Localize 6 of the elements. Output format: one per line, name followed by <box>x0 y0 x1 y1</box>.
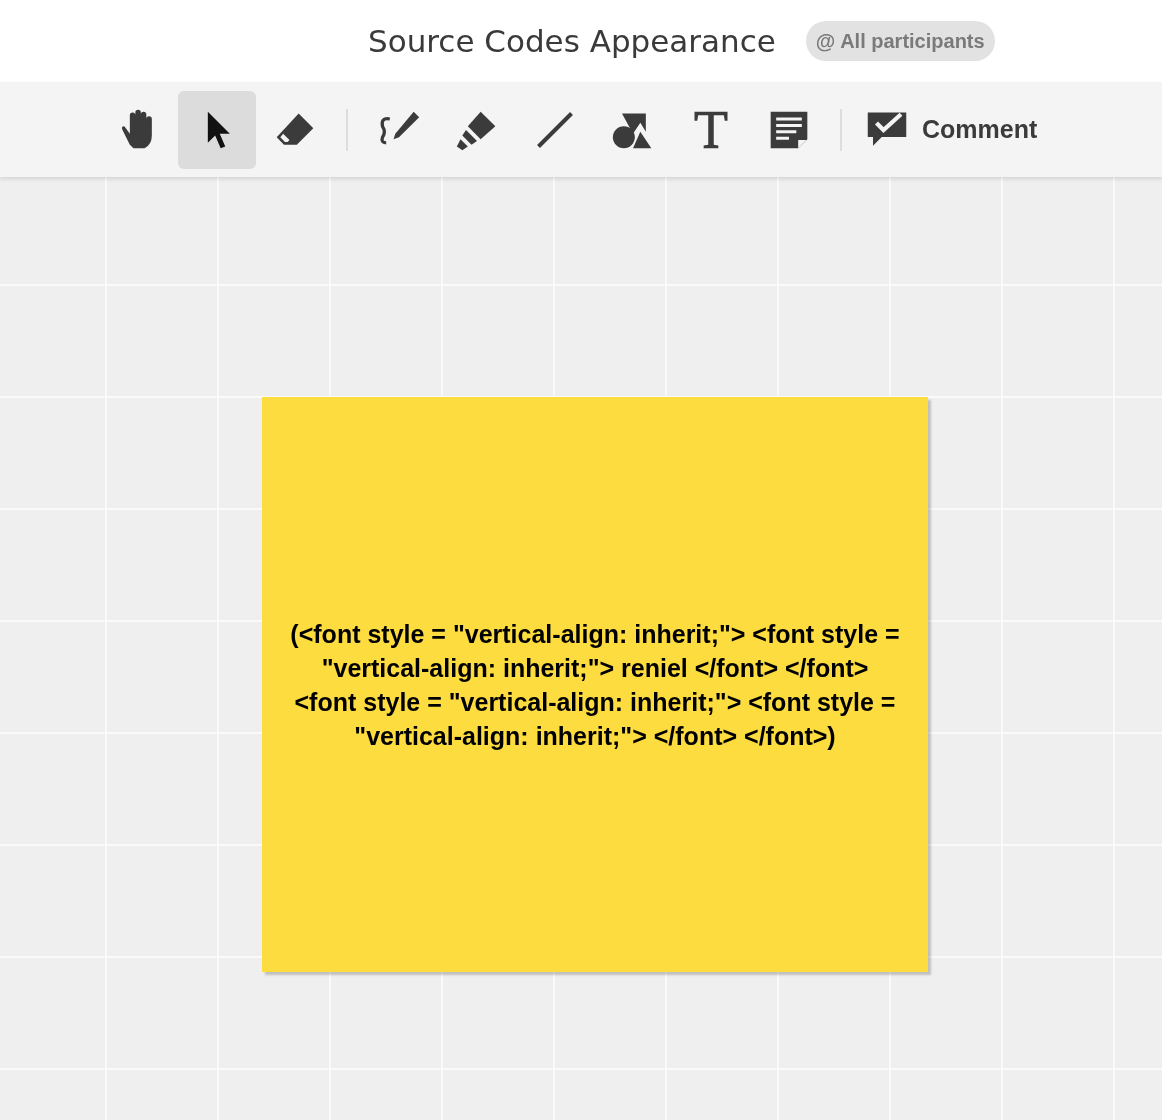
tool-button[interactable] <box>178 90 256 169</box>
sticky-note[interactable] <box>262 397 928 972</box>
comment-button[interactable]: Comment <box>866 108 1038 151</box>
note-text: (<font style = "vertical-align: inherit;"> <font style = "vertical-align: inherit;"> reniel </font> </font> <box>289 618 901 684</box>
board-title: Source Codes Appearance <box>368 21 776 61</box>
note-text: <font style = "vertical-align: inherit;"> <font style = "vertical-align: inherit;"> </font> </font>) <box>293 686 897 752</box>
